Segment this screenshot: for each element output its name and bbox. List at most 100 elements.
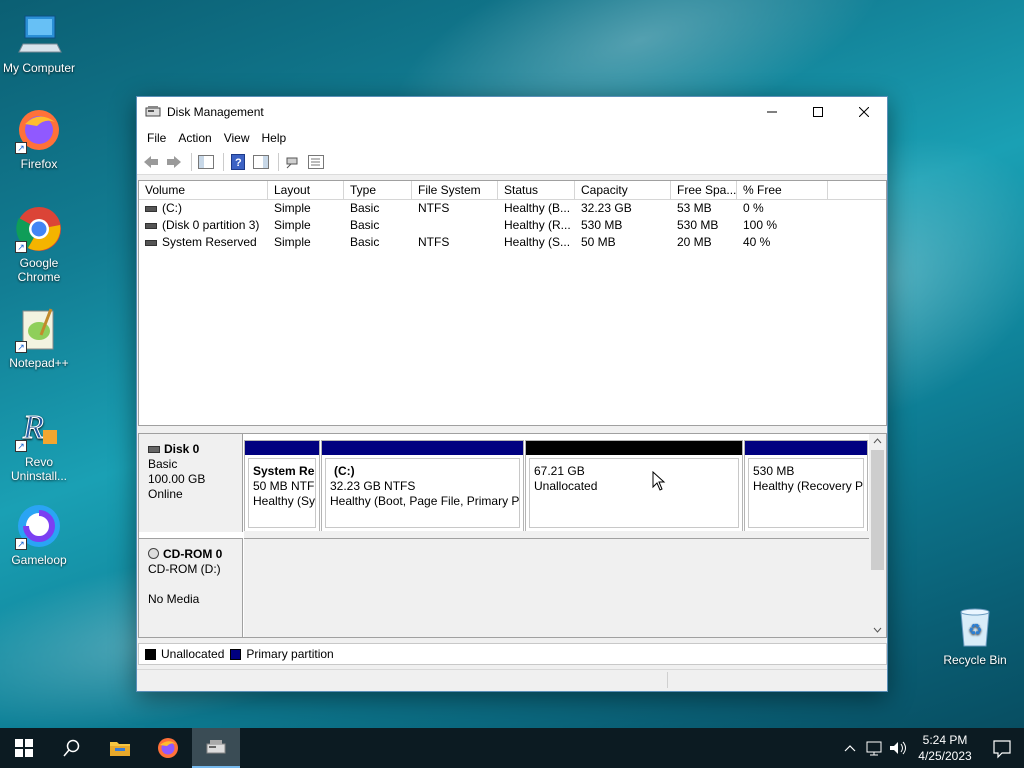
scroll-up-icon[interactable] <box>869 434 886 448</box>
partition-system-reserved[interactable]: System Res 50 MB NTFS Healthy (Sy <box>244 440 320 532</box>
disk-management-icon <box>145 106 161 117</box>
taskbar-file-explorer[interactable] <box>96 728 144 768</box>
volume-free-space: 530 MB <box>677 218 719 232</box>
forward-icon[interactable] <box>164 152 184 172</box>
connect-disk-icon[interactable] <box>283 152 303 172</box>
menu-bar: File Action View Help <box>137 127 887 149</box>
column-header-layout[interactable]: Layout <box>268 181 344 199</box>
title-bar[interactable]: Disk Management <box>137 97 887 127</box>
volume-file-system: NTFS <box>418 201 450 215</box>
legend-label-unallocated: Unallocated <box>161 647 225 661</box>
volume-icon[interactable] <box>886 728 910 768</box>
cdrom-0-area <box>244 538 871 637</box>
desktop-icon-firefox[interactable]: ↗ Firefox <box>1 106 77 171</box>
clock-date: 4/25/2023 <box>918 749 972 763</box>
column-header-capacity[interactable]: Capacity <box>575 181 671 199</box>
partition-size: 67.21 GB <box>534 464 585 478</box>
desktop-icon-my-computer[interactable]: My Computer <box>1 10 77 75</box>
desktop-icon-label: Revo Uninstall... <box>10 455 68 483</box>
taskbar-disk-management[interactable] <box>192 728 240 768</box>
notifications-icon[interactable] <box>980 728 1024 768</box>
clock-time: 5:24 PM <box>922 733 968 747</box>
search-icon <box>63 739 80 757</box>
column-header-type[interactable]: Type <box>344 181 412 199</box>
volume-layout: Simple <box>274 201 311 215</box>
search-button[interactable] <box>48 728 96 768</box>
cdrom-icon <box>148 548 159 559</box>
partition-unallocated[interactable]: 67.21 GB Unallocated <box>525 440 743 532</box>
desktop-icon-label: Gameloop <box>11 553 67 567</box>
disk-map-scrollbar[interactable] <box>869 434 886 637</box>
disk-name: Disk 0 <box>164 442 200 456</box>
drive-icon <box>145 239 157 246</box>
scroll-down-icon[interactable] <box>869 623 886 637</box>
menu-action[interactable]: Action <box>172 131 217 145</box>
taskbar-firefox[interactable] <box>144 728 192 768</box>
desktop-icon-revo[interactable]: R ↗ Revo Uninstall... <box>1 404 77 484</box>
desktop-icon-recycle-bin[interactable]: ♻ Recycle Bin <box>937 602 1013 667</box>
disk-management-window: Disk Management File Action View Help ? … <box>136 96 888 692</box>
properties-icon[interactable] <box>306 152 326 172</box>
windows-logo-icon <box>15 739 33 757</box>
column-header-volume[interactable]: Volume <box>139 181 268 199</box>
desktop-icon-notepadpp[interactable]: ↗ Notepad++ <box>1 305 77 370</box>
shortcut-arrow-icon: ↗ <box>15 241 27 253</box>
computer-icon <box>15 10 63 58</box>
volume-layout: Simple <box>274 235 311 249</box>
taskbar: 5:24 PM 4/25/2023 <box>0 728 1024 768</box>
menu-view[interactable]: View <box>218 131 256 145</box>
volume-capacity: 50 MB <box>581 235 616 249</box>
partition-color-bar <box>322 441 523 455</box>
volume-row[interactable]: (C:) Simple Basic NTFS Healthy (B... 32.… <box>139 200 886 217</box>
desktop-icon-label: Recycle Bin <box>943 653 1007 667</box>
column-header-percent-free[interactable]: % Free <box>737 181 828 199</box>
show-hide-action-pane-icon[interactable] <box>251 152 271 172</box>
toolbar-separator <box>191 152 192 171</box>
firefox-icon: ↗ <box>15 106 63 154</box>
column-header-file-system[interactable]: File System <box>412 181 498 199</box>
drive-icon <box>145 205 157 212</box>
status-bar <box>137 669 887 691</box>
firefox-icon <box>158 738 178 758</box>
maximize-button[interactable] <box>795 97 841 127</box>
show-hide-console-tree-icon[interactable] <box>196 152 216 172</box>
cdrom-0-label[interactable]: CD-ROM 0 CD-ROM (D:) No Media <box>139 538 243 637</box>
desktop-icon-chrome[interactable]: ↗ Google Chrome <box>1 205 77 284</box>
partition-c-drive[interactable]: (C:) 32.23 GB NTFS Healthy (Boot, Page F… <box>321 440 524 532</box>
svg-text:♻: ♻ <box>968 622 982 639</box>
status-bar-divider <box>667 672 668 688</box>
minimize-button[interactable] <box>749 97 795 127</box>
show-hidden-icons-icon[interactable] <box>838 728 862 768</box>
gameloop-icon: ↗ <box>15 502 63 550</box>
volume-name: System Reserved <box>162 235 257 249</box>
cdrom-type: CD-ROM (D:) <box>148 562 221 576</box>
column-header-free-space[interactable]: Free Spa... <box>671 181 737 199</box>
volume-type: Basic <box>350 235 380 249</box>
start-button[interactable] <box>0 728 48 768</box>
volume-row[interactable]: System Reserved Simple Basic NTFS Health… <box>139 234 886 251</box>
partition-status: Unallocated <box>534 479 598 493</box>
menu-file[interactable]: File <box>141 131 172 145</box>
legend: Unallocated Primary partition <box>138 643 887 665</box>
volume-type: Basic <box>350 201 380 215</box>
volume-row[interactable]: (Disk 0 partition 3) Simple Basic Health… <box>139 217 886 234</box>
column-header-status[interactable]: Status <box>498 181 575 199</box>
legend-swatch-unallocated <box>145 648 156 660</box>
disk-0-label[interactable]: Disk 0 Basic 100.00 GB Online <box>139 434 243 532</box>
volume-name: (Disk 0 partition 3) <box>162 218 260 232</box>
menu-help[interactable]: Help <box>256 131 293 145</box>
back-icon[interactable] <box>141 152 161 172</box>
partition-recovery[interactable]: 530 MB Healthy (Recovery Pa <box>744 440 868 532</box>
help-icon[interactable]: ? <box>228 152 248 172</box>
folder-icon <box>110 742 130 756</box>
volume-file-system <box>412 217 498 234</box>
disk-size: 100.00 GB <box>148 472 206 486</box>
svg-text:?: ? <box>235 157 242 169</box>
scrollbar-thumb[interactable] <box>871 450 884 570</box>
close-button[interactable] <box>841 97 887 127</box>
disk-state: Online <box>148 487 183 501</box>
partition-color-bar <box>745 441 867 455</box>
taskbar-clock[interactable]: 5:24 PM 4/25/2023 <box>910 732 980 764</box>
network-icon[interactable] <box>862 728 886 768</box>
desktop-icon-gameloop[interactable]: ↗ Gameloop <box>1 502 77 567</box>
